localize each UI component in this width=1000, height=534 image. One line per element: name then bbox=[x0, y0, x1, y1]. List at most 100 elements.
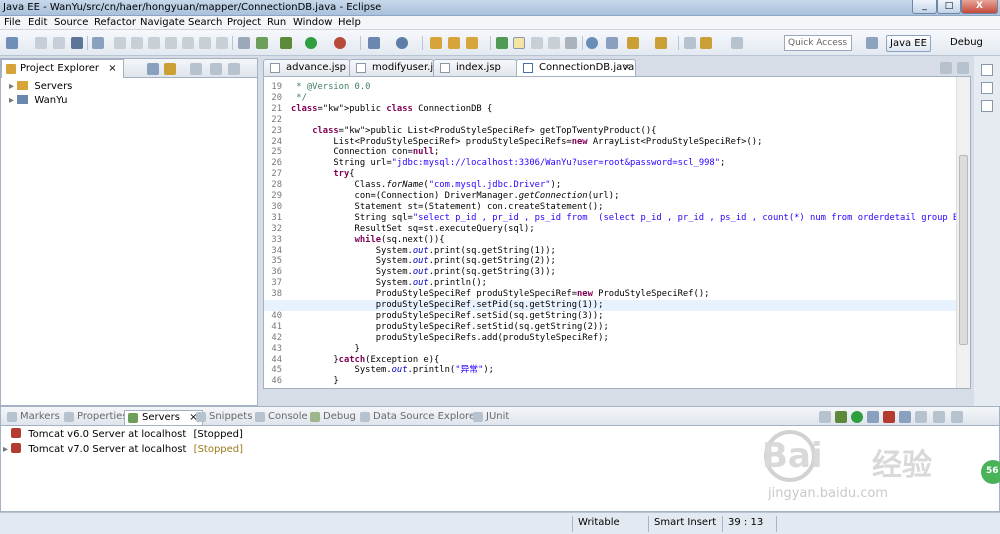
toggle-highlight-icon[interactable] bbox=[513, 37, 525, 49]
last-edit-icon[interactable] bbox=[684, 37, 696, 49]
quick-access-input[interactable]: Quick Access bbox=[784, 35, 852, 51]
menu-navigate[interactable]: Navigate bbox=[140, 17, 185, 28]
forward-icon[interactable] bbox=[731, 37, 743, 49]
tab-properties[interactable]: Properties bbox=[64, 410, 128, 425]
menu-refactor[interactable]: Refactor bbox=[94, 17, 136, 28]
resume-icon[interactable] bbox=[114, 37, 126, 49]
close-tab-icon[interactable]: × bbox=[623, 60, 631, 76]
code-line[interactable]: con=(Connection) DriverManager.getConnec… bbox=[291, 191, 620, 202]
stop-server-icon[interactable] bbox=[883, 411, 895, 423]
save-all-icon[interactable] bbox=[53, 37, 65, 49]
editor-tab-connectiondb-java[interactable]: ConnectionDB.java × bbox=[516, 59, 636, 77]
link-icon[interactable] bbox=[606, 37, 618, 49]
tab-debug[interactable]: Debug bbox=[310, 410, 356, 425]
tab-project-explorer[interactable]: Project Explorer × bbox=[1, 59, 124, 78]
code-line[interactable]: } bbox=[291, 344, 360, 355]
expand-arrow-icon[interactable]: ▸ bbox=[9, 81, 17, 92]
run-icon[interactable] bbox=[305, 37, 317, 49]
browser-icon[interactable] bbox=[586, 37, 598, 49]
minimize-button[interactable]: _ bbox=[912, 0, 937, 14]
maximize-editor-icon[interactable] bbox=[957, 62, 969, 74]
tree-item-wanyu[interactable]: ▸ WanYu bbox=[9, 94, 67, 107]
editor-vertical-scrollbar[interactable] bbox=[956, 77, 970, 388]
code-line[interactable]: class="kw">public class ConnectionDB { bbox=[291, 104, 492, 115]
scrollbar-thumb[interactable] bbox=[959, 155, 968, 345]
code-line[interactable]: Class.forName("com.mysql.jdbc.Driver"); bbox=[291, 180, 562, 191]
minimize-editor-icon[interactable] bbox=[940, 62, 952, 74]
toggle-mark-icon[interactable] bbox=[496, 37, 508, 49]
start-server-icon[interactable] bbox=[851, 411, 863, 423]
code-line[interactable]: Statement st=(Statement) con.createState… bbox=[291, 202, 604, 213]
step-into-icon[interactable] bbox=[182, 37, 194, 49]
window-title-bar[interactable]: Java EE - WanYu/src/cn/haer/hongyuan/map… bbox=[0, 0, 1000, 16]
menu-run[interactable]: Run bbox=[267, 17, 286, 28]
expand-arrow-icon[interactable]: ▸ bbox=[9, 95, 17, 106]
editor-tab-index-jsp[interactable]: index.jsp bbox=[433, 59, 517, 76]
restore-view-icon[interactable] bbox=[981, 64, 993, 76]
code-line[interactable]: System.out.println("异常"); bbox=[291, 365, 494, 376]
code-line[interactable]: System.out.print(sq.getString(3)); bbox=[291, 267, 556, 278]
disconnect-icon[interactable] bbox=[165, 37, 177, 49]
word-wrap-icon[interactable] bbox=[548, 37, 560, 49]
editor-tab-modifyuser-jsp[interactable]: modifyuser.jsp bbox=[349, 59, 445, 76]
next-annotation-icon[interactable] bbox=[627, 37, 639, 49]
tab-snippets[interactable]: Snippets bbox=[196, 410, 252, 425]
open-type-icon[interactable] bbox=[430, 37, 442, 49]
step-return-icon[interactable] bbox=[216, 37, 228, 49]
previous-annotation-icon[interactable] bbox=[655, 37, 667, 49]
menu-file[interactable]: File bbox=[4, 17, 21, 28]
tab-servers[interactable]: Servers × bbox=[124, 410, 203, 425]
open-perspective-icon[interactable] bbox=[866, 37, 878, 49]
code-line[interactable]: Connection con=null; bbox=[291, 147, 439, 158]
code-line[interactable]: */ bbox=[291, 93, 307, 104]
maximize-view-icon[interactable] bbox=[951, 411, 963, 423]
code-line[interactable]: ProduStyleSpeciRef produStyleSpeciRef=ne… bbox=[291, 289, 710, 300]
code-line[interactable]: ResultSet sq=st.executeQuery(sql); bbox=[291, 224, 535, 235]
code-editor[interactable]: 19 20 21 22 23 24 25 26 27 28 29 30 31 32 33 34 35 36 37 38… bbox=[263, 76, 971, 389]
close-window-button[interactable]: X bbox=[961, 0, 998, 14]
search-icon[interactable] bbox=[466, 37, 478, 49]
open-task-icon[interactable] bbox=[448, 37, 460, 49]
new-server-icon[interactable] bbox=[368, 37, 380, 49]
servers-icon[interactable] bbox=[256, 37, 268, 49]
terminate-icon[interactable] bbox=[148, 37, 160, 49]
tree-item-servers[interactable]: ▸ Servers bbox=[9, 80, 72, 93]
code-line[interactable]: class="kw">public List<ProduStyleSpeciRe… bbox=[291, 126, 656, 137]
menu-help[interactable]: Help bbox=[338, 17, 361, 28]
block-selection-icon[interactable] bbox=[531, 37, 543, 49]
server-row-tomcat-v7[interactable]: ▸ Tomcat v7.0 Server at localhost [Stopp… bbox=[3, 443, 243, 456]
maximize-view-icon[interactable] bbox=[228, 63, 240, 75]
code-line[interactable]: * @Version 0.0 bbox=[291, 82, 370, 93]
code-line[interactable]: produStyleSpeciRef.setStid(sq.getString(… bbox=[291, 322, 609, 333]
code-line[interactable]: String sql="select p_id , pr_id , ps_id … bbox=[291, 213, 970, 224]
view-menu-icon[interactable] bbox=[190, 63, 202, 75]
show-whitespace-icon[interactable] bbox=[565, 37, 577, 49]
task-list-icon[interactable] bbox=[981, 100, 993, 112]
menu-project[interactable]: Project bbox=[227, 17, 261, 28]
minimize-view-icon[interactable] bbox=[933, 411, 945, 423]
tab-console[interactable]: Console bbox=[255, 410, 308, 425]
editor-tab-advance-jsp[interactable]: advance.jsp bbox=[263, 59, 350, 76]
minimize-view-icon[interactable] bbox=[210, 63, 222, 75]
collapse-icon[interactable] bbox=[819, 411, 831, 423]
expand-arrow-icon[interactable]: ▸ bbox=[3, 444, 11, 455]
maximize-button[interactable]: □ bbox=[937, 0, 961, 14]
menu-source[interactable]: Source bbox=[54, 17, 88, 28]
profile-server-icon[interactable] bbox=[867, 411, 879, 423]
code-line[interactable]: produStyleSpeciRefs.add(produStyleSpeciR… bbox=[291, 333, 609, 344]
code-line[interactable]: while(sq.next()){ bbox=[291, 235, 445, 246]
view-menu-icon[interactable] bbox=[915, 411, 927, 423]
code-line[interactable]: produStyleSpeciRef.setPid(sq.getString(1… bbox=[291, 300, 604, 311]
tab-markers[interactable]: Markers bbox=[7, 410, 60, 425]
perspective-java-ee[interactable]: Java EE bbox=[886, 35, 931, 52]
server-row-tomcat-v6[interactable]: Tomcat v6.0 Server at localhost [Stopped… bbox=[11, 428, 243, 441]
code-line[interactable]: produStyleSpeciRef.setSid(sq.getString(3… bbox=[291, 311, 604, 322]
menu-edit[interactable]: Edit bbox=[28, 17, 47, 28]
debug-server-icon[interactable] bbox=[835, 411, 847, 423]
close-icon[interactable]: × bbox=[108, 63, 116, 74]
menu-window[interactable]: Window bbox=[293, 17, 332, 28]
new-icon[interactable] bbox=[6, 37, 18, 49]
code-line[interactable]: System.out.print(sq.getString(2)); bbox=[291, 256, 556, 267]
debug-icon[interactable] bbox=[280, 37, 292, 49]
collapse-all-icon[interactable] bbox=[147, 63, 159, 75]
